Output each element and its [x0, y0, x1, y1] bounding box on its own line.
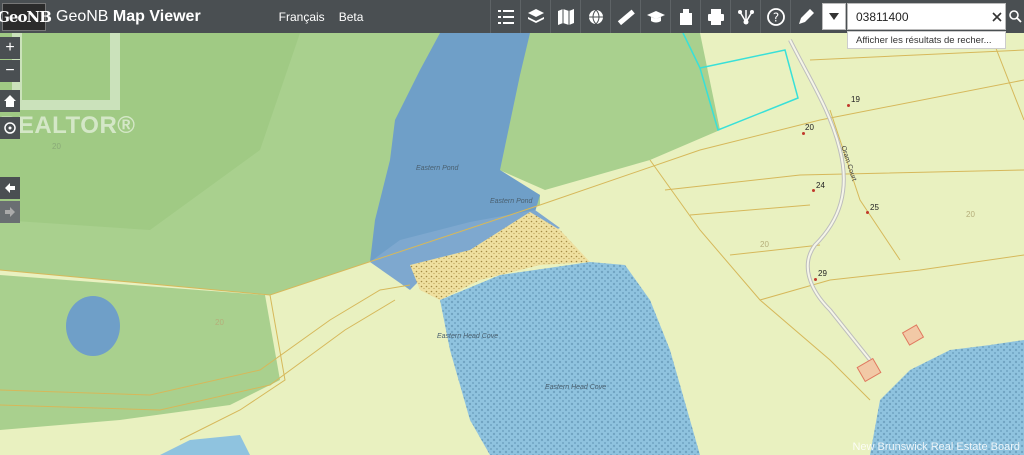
civic-point: [812, 189, 815, 192]
map-layers: [0, 0, 1024, 455]
toolbar: ?: [490, 0, 820, 33]
search-box: [847, 3, 1006, 30]
home-button[interactable]: [0, 90, 20, 112]
geonb-logo: GeoNB: [0, 2, 52, 31]
locate-button[interactable]: [0, 117, 20, 139]
pond-label-upper: Eastern Pond: [416, 165, 459, 172]
zoom-out-button[interactable]: −: [0, 60, 20, 82]
pond-label-mid: Eastern Pond: [490, 198, 533, 205]
clear-search-button[interactable]: [988, 8, 1005, 26]
realtor-watermark: REALTOR®: [0, 112, 136, 139]
civic-point: [866, 211, 869, 214]
app-title-prefix: GeoNB: [56, 7, 109, 25]
civic-number: 29: [818, 269, 827, 278]
bookmark-globe-icon: [588, 9, 603, 25]
draw-button[interactable]: [790, 0, 820, 33]
measure-icon: [617, 9, 635, 25]
arrow-left-icon: [5, 183, 15, 193]
parcel-text: 20: [966, 210, 975, 219]
small-pond: [66, 296, 120, 356]
minus-icon: −: [5, 62, 15, 79]
measure-button[interactable]: [610, 0, 640, 33]
water-label-lower: Eastern Head Cove: [545, 384, 607, 391]
search-icon: [1009, 10, 1022, 23]
previous-extent-button[interactable]: [0, 177, 20, 199]
print-button[interactable]: [700, 0, 730, 33]
civic-number: 20: [805, 123, 814, 132]
french-link[interactable]: Français: [279, 10, 325, 24]
caret-down-icon: [829, 12, 839, 20]
home-icon: [4, 95, 16, 107]
basemap-icon: [557, 8, 574, 25]
draw-icon: [798, 8, 814, 24]
plus-icon: +: [5, 39, 15, 56]
cove-label: Eastern Head Cove: [437, 333, 499, 340]
close-icon: [991, 11, 1002, 22]
map-credit: New Brunswick Real Estate Board: [852, 441, 1020, 453]
print-layout-button[interactable]: [670, 0, 700, 33]
app-header: GeoNB GeoNB Map Viewer Français Beta ? 0…: [0, 0, 1024, 33]
parcel-text: 20: [215, 318, 224, 327]
help-button[interactable]: ?: [760, 0, 790, 33]
civic-number: 25: [870, 203, 879, 212]
civic-number: 24: [816, 181, 825, 190]
share-button[interactable]: [730, 0, 760, 33]
beta-link[interactable]: Beta: [339, 10, 364, 24]
list-icon: [497, 9, 514, 24]
basemap-button[interactable]: [550, 0, 580, 33]
search-suggestion[interactable]: Afficher les résultats de recher...: [847, 31, 1006, 49]
legend-button[interactable]: [490, 0, 520, 33]
parcel-text: 20: [52, 142, 61, 151]
app-title: GeoNB Map Viewer: [56, 8, 201, 26]
locate-icon: [4, 122, 16, 134]
civic-point: [847, 104, 850, 107]
layers-button[interactable]: [520, 0, 550, 33]
map-canvas[interactable]: Eastern Pond Eastern Pond Eastern Head C…: [0, 0, 1024, 455]
civic-point: [814, 278, 817, 281]
print-layout-icon: [679, 8, 692, 25]
education-icon: [646, 10, 665, 22]
help-icon: ?: [766, 7, 785, 26]
bookmark-button[interactable]: [580, 0, 610, 33]
search-source-dropdown[interactable]: [822, 3, 846, 30]
share-icon: [737, 9, 754, 24]
zoom-in-button[interactable]: +: [0, 37, 20, 59]
arrow-right-icon: [5, 207, 15, 217]
parcel-text: 20: [760, 240, 769, 249]
search-input[interactable]: [848, 9, 988, 24]
print-icon: [707, 8, 724, 25]
layers-icon: [527, 8, 544, 23]
search-button[interactable]: [1007, 3, 1024, 30]
app-title-main: Map Viewer: [112, 7, 201, 25]
education-button[interactable]: [640, 0, 670, 33]
next-extent-button[interactable]: [0, 201, 20, 223]
svg-text:?: ?: [772, 10, 778, 24]
civic-point: [802, 132, 805, 135]
civic-number: 19: [851, 95, 860, 104]
